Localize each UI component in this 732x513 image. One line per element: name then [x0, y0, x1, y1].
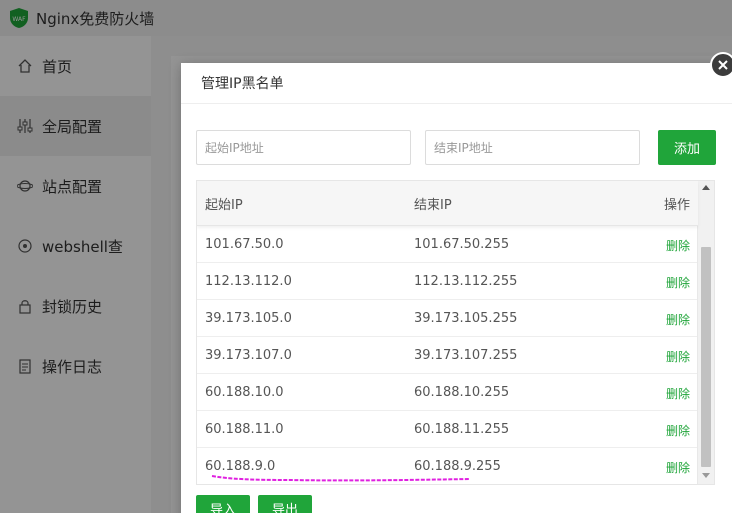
end-ip-cell: 39.173.107.255	[414, 348, 518, 363]
table-row: 101.67.50.0 101.67.50.255 删除	[197, 226, 698, 263]
delete-link[interactable]: 删除	[666, 459, 690, 476]
start-ip-cell: 60.188.11.0	[205, 422, 284, 437]
table-row: 60.188.10.0 60.188.10.255 删除	[197, 374, 698, 411]
scrollbar-thumb[interactable]	[701, 247, 711, 467]
table-row: 60.188.11.0 60.188.11.255 删除	[197, 411, 698, 448]
column-header-start-ip: 起始IP	[205, 197, 243, 213]
end-ip-cell: 60.188.9.255	[414, 459, 501, 474]
delete-link[interactable]: 删除	[666, 348, 690, 365]
add-button[interactable]: 添加	[658, 130, 716, 165]
start-ip-cell: 60.188.9.0	[205, 459, 276, 474]
start-ip-cell: 112.13.112.0	[205, 274, 292, 289]
export-button[interactable]: 导出	[258, 495, 312, 513]
end-ip-cell: 39.173.105.255	[414, 311, 518, 326]
delete-link[interactable]: 删除	[666, 237, 690, 254]
table-row: 39.173.105.0 39.173.105.255 删除	[197, 300, 698, 337]
end-ip-cell: 60.188.10.255	[414, 385, 510, 400]
column-header-operation: 操作	[663, 197, 690, 213]
highlight-underline-annotation	[211, 475, 471, 482]
delete-link[interactable]: 删除	[666, 385, 690, 402]
start-ip-cell: 39.173.107.0	[205, 348, 292, 363]
start-ip-cell: 101.67.50.0	[205, 237, 284, 252]
close-icon	[718, 60, 728, 70]
delete-link[interactable]: 删除	[666, 422, 690, 439]
delete-link[interactable]: 删除	[666, 274, 690, 291]
column-header-end-ip: 结束IP	[414, 197, 452, 213]
delete-link[interactable]: 删除	[666, 311, 690, 328]
end-ip-input[interactable]	[425, 130, 640, 165]
import-button[interactable]: 导入	[196, 495, 250, 513]
table-scrollbar[interactable]	[697, 181, 714, 484]
scroll-up-arrow-icon[interactable]	[702, 185, 710, 190]
modal-title: 管理IP黑名单	[181, 63, 732, 104]
start-ip-cell: 39.173.105.0	[205, 311, 292, 326]
end-ip-cell: 112.13.112.255	[414, 274, 518, 289]
start-ip-cell: 60.188.10.0	[205, 385, 284, 400]
add-ip-form: 添加	[196, 130, 717, 165]
scroll-down-arrow-icon[interactable]	[702, 473, 710, 478]
table-row: 112.13.112.0 112.13.112.255 删除	[197, 263, 698, 300]
start-ip-input[interactable]	[196, 130, 411, 165]
modal-close-button[interactable]	[710, 52, 732, 78]
ip-table: 起始IP 结束IP 操作 101.67.50.0 101.67.50.255 删…	[196, 180, 715, 485]
ip-blacklist-modal: 管理IP黑名单 添加 起始IP 结束IP 操作 101.67.50.0 101.…	[181, 63, 732, 513]
table-body: 101.67.50.0 101.67.50.255 删除 112.13.112.…	[197, 226, 698, 484]
end-ip-cell: 101.67.50.255	[414, 237, 510, 252]
table-row: 39.173.107.0 39.173.107.255 删除	[197, 337, 698, 374]
table-header: 起始IP 结束IP 操作	[197, 181, 698, 226]
end-ip-cell: 60.188.11.255	[414, 422, 510, 437]
